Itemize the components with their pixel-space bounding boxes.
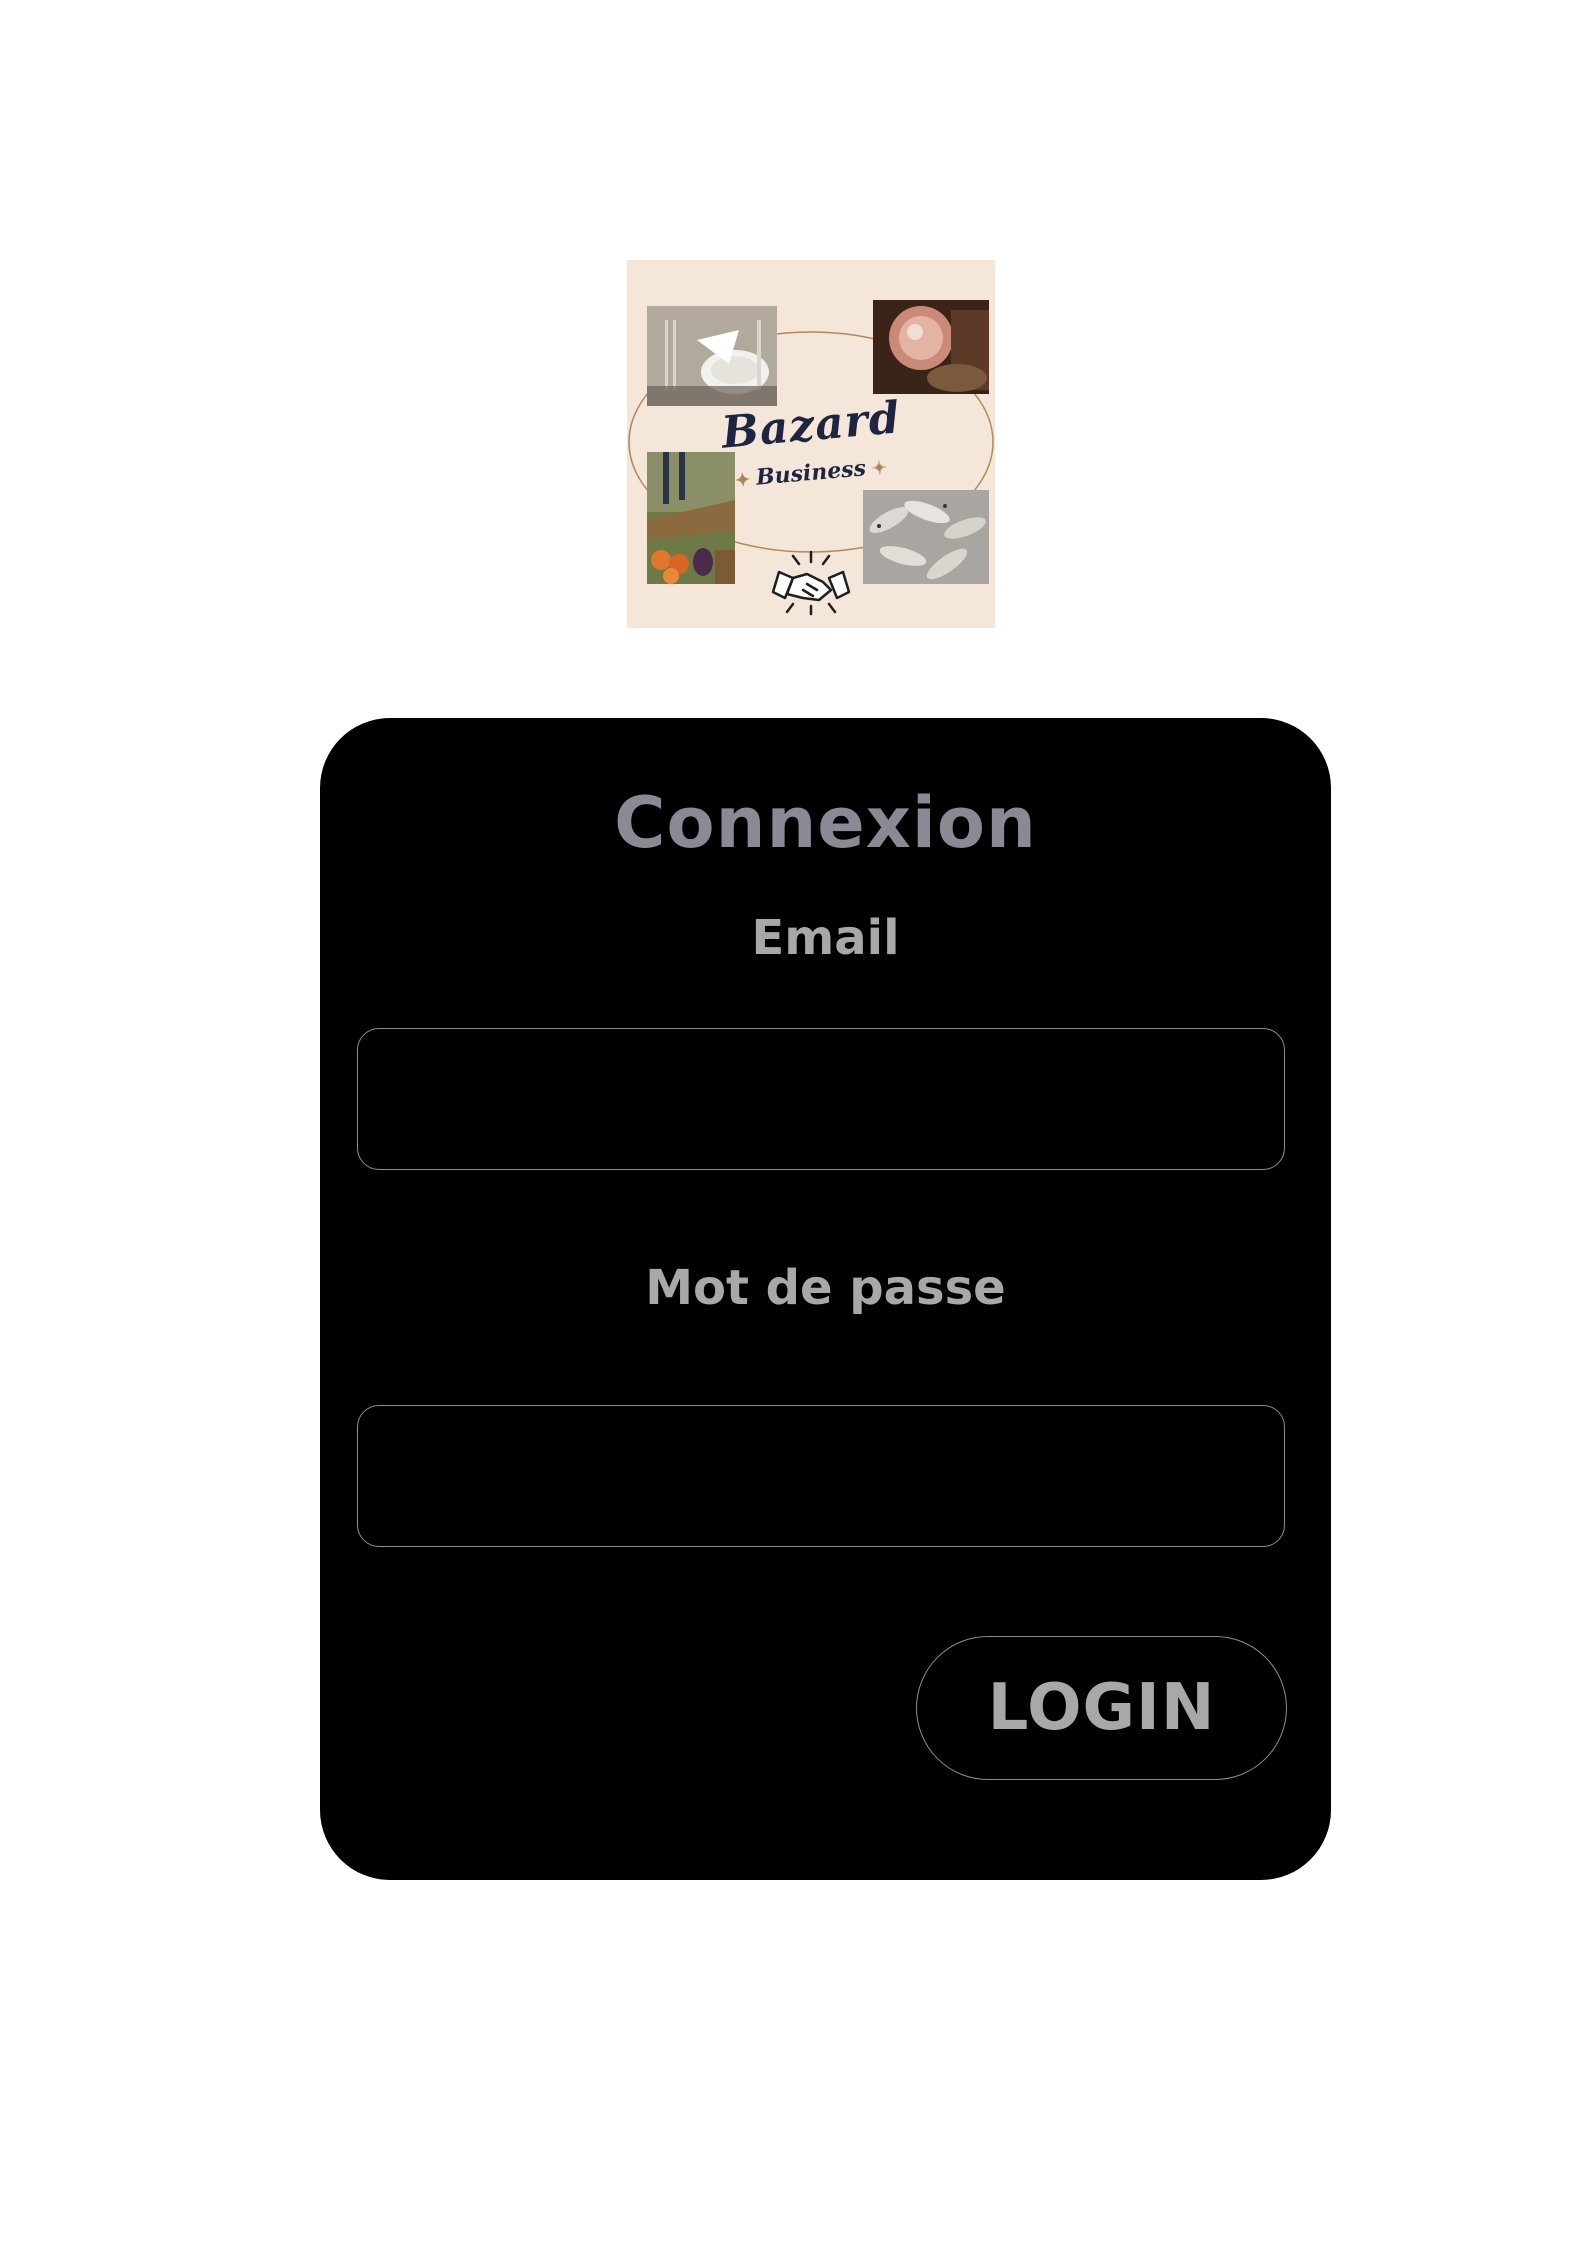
email-label: Email [751, 910, 900, 966]
sparkle-icon: ✦ [734, 469, 752, 492]
photo-fish [863, 490, 989, 584]
email-input[interactable] [357, 1028, 1285, 1170]
sparkle-icon: ✦ [871, 457, 888, 480]
login-card: Connexion Email Mot de passe LOGIN [320, 718, 1331, 1880]
password-input[interactable] [357, 1405, 1285, 1547]
login-button[interactable]: LOGIN [916, 1636, 1287, 1780]
photo-table-setting [647, 306, 777, 406]
photo-meat [873, 300, 989, 394]
brand-logo: Bazard ✦ Business ✦ [627, 260, 995, 628]
login-title: Connexion [614, 782, 1037, 864]
handshake-icon [771, 550, 851, 616]
password-label: Mot de passe [645, 1260, 1006, 1316]
